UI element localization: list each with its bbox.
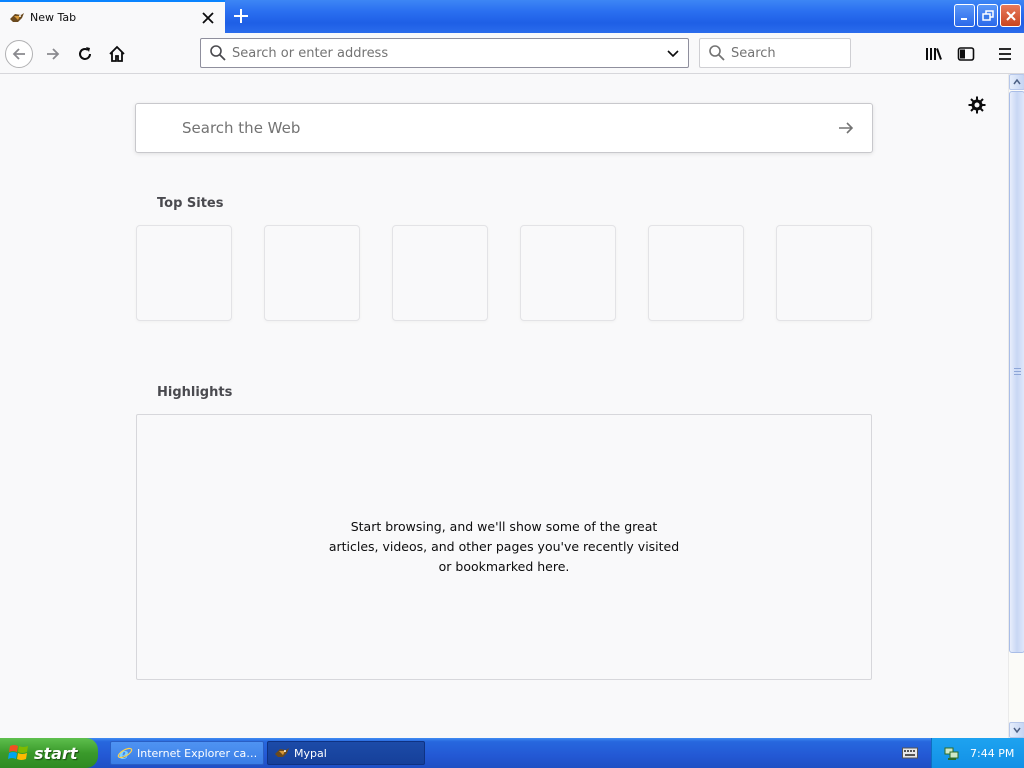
address-bar[interactable] — [200, 38, 689, 68]
network-icon[interactable] — [944, 745, 960, 761]
vertical-scrollbar[interactable] — [1008, 74, 1024, 738]
keyboard-icon[interactable] — [902, 746, 918, 760]
new-tab-page: Top Sites Highlights Start browsing, and… — [0, 74, 1008, 738]
internet-explorer-icon: e — [117, 745, 133, 763]
hamburger-menu-icon[interactable] — [993, 42, 1017, 66]
mypal-favicon-icon — [274, 745, 290, 761]
scrollbar-thumb[interactable] — [1009, 91, 1024, 653]
search-icon — [708, 44, 726, 62]
top-site-tile[interactable] — [136, 225, 232, 321]
highlights-heading: Highlights — [157, 385, 233, 400]
taskbar-item-label: Internet Explorer can... — [137, 746, 263, 760]
start-button[interactable]: start — [0, 738, 98, 768]
chevron-down-icon[interactable] — [662, 42, 684, 64]
scrollbar-grip — [1014, 368, 1021, 376]
web-search-input[interactable] — [182, 119, 832, 137]
top-site-tile[interactable] — [648, 225, 744, 321]
search-input[interactable] — [731, 45, 841, 61]
highlights-message: Start browsing, and we'll show some of t… — [328, 519, 680, 574]
arrow-right-icon[interactable] — [832, 114, 860, 142]
top-site-tile[interactable] — [264, 225, 360, 321]
taskbar-item-label: Mypal — [294, 746, 327, 760]
top-sites-grid — [136, 225, 873, 321]
close-tab-icon[interactable] — [199, 9, 217, 27]
windows-logo-icon — [8, 742, 30, 764]
reload-button[interactable] — [71, 40, 99, 68]
top-site-tile[interactable] — [776, 225, 872, 321]
restore-window-button[interactable] — [977, 4, 998, 27]
taskbar-item-internet-explorer[interactable]: e Internet Explorer can... — [110, 741, 264, 765]
mypal-favicon-icon — [9, 10, 25, 26]
minimize-window-button[interactable] — [954, 4, 975, 27]
start-label: start — [34, 743, 78, 763]
navigation-toolbar — [0, 33, 1024, 74]
scroll-up-arrow-icon[interactable] — [1009, 74, 1024, 90]
back-button[interactable] — [5, 40, 33, 68]
close-window-button[interactable] — [1000, 4, 1021, 27]
search-icon — [209, 44, 227, 62]
scroll-down-arrow-icon[interactable] — [1009, 722, 1024, 738]
taskbar: start e Internet Explorer can... Mypal 7… — [0, 738, 1024, 768]
top-site-tile[interactable] — [520, 225, 616, 321]
tab-new-tab[interactable]: New Tab — [0, 0, 225, 33]
title-bar: New Tab — [0, 0, 1024, 33]
library-button[interactable] — [922, 42, 946, 66]
top-site-tile[interactable] — [392, 225, 488, 321]
taskbar-item-mypal[interactable]: Mypal — [267, 741, 425, 765]
sidebar-toggle-button[interactable] — [954, 42, 978, 66]
home-button[interactable] — [103, 40, 131, 68]
highlights-empty-state: Start browsing, and we'll show some of t… — [136, 414, 872, 680]
new-tab-plus-icon[interactable] — [231, 6, 251, 26]
top-sites-heading: Top Sites — [157, 196, 224, 211]
address-input[interactable] — [232, 45, 662, 61]
web-search-box[interactable] — [135, 103, 873, 153]
search-bar[interactable] — [699, 38, 851, 68]
clock: 7:44 PM — [970, 746, 1015, 760]
gear-icon[interactable] — [966, 94, 988, 116]
system-tray: 7:44 PM — [931, 738, 1024, 768]
tab-title: New Tab — [30, 11, 77, 24]
forward-button[interactable] — [39, 40, 67, 68]
